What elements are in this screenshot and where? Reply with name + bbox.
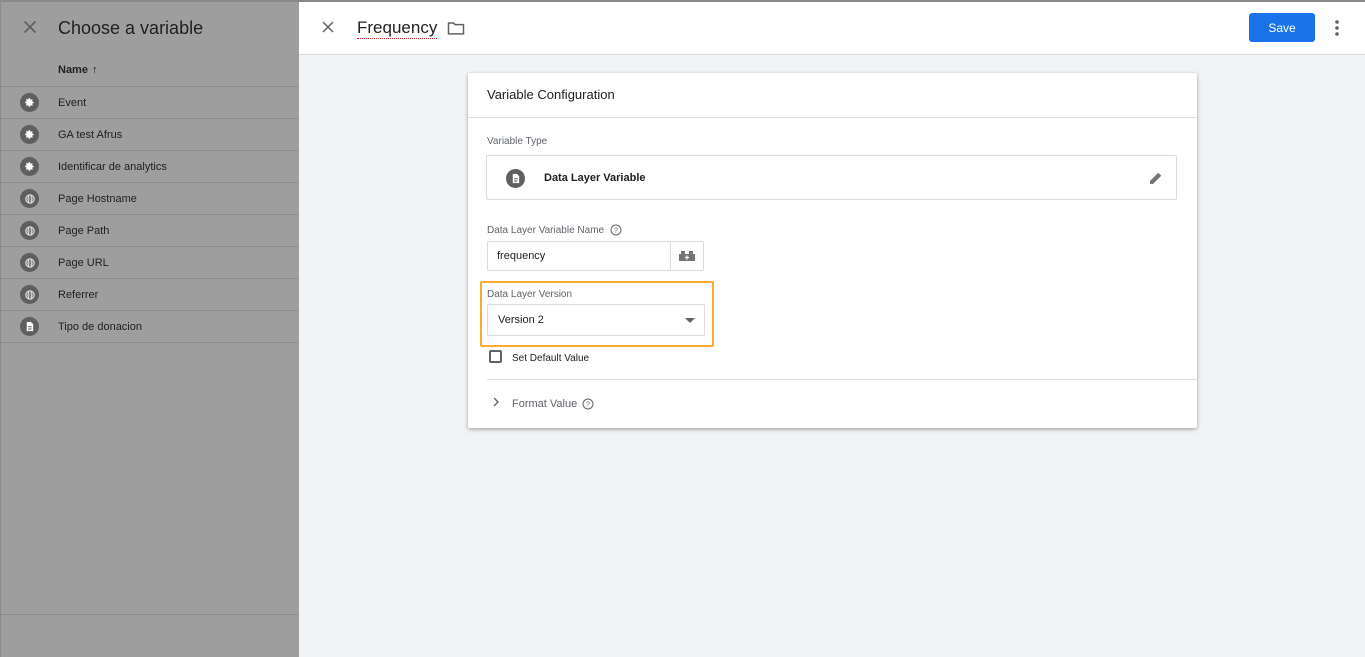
variable-list-item[interactable]: Referrer [1, 278, 300, 310]
svg-text:?: ? [614, 228, 618, 235]
divider [487, 379, 1197, 380]
variable-list-item[interactable]: Page URL [1, 246, 300, 278]
variable-picker-button[interactable] [670, 241, 704, 271]
format-value-expander[interactable]: Format Value ? [487, 391, 687, 415]
close-icon[interactable] [318, 17, 338, 37]
globe-icon [20, 189, 39, 208]
gear-icon [20, 157, 39, 176]
more-vert-icon[interactable] [1330, 17, 1344, 39]
variable-list: Event GA test Afrus Identificar de analyti… [1, 86, 300, 343]
variable-type-selector[interactable]: Data Layer Variable [486, 155, 1177, 200]
column-header-label: Name [58, 64, 88, 76]
variable-list-item[interactable]: Page Path [1, 214, 300, 246]
dl-version-label: Data Layer Version [487, 289, 573, 300]
help-icon[interactable]: ? [610, 224, 622, 236]
variable-editor-panel: Frequency Save Variable Configuration Va… [299, 2, 1365, 657]
globe-icon [20, 221, 39, 240]
editor-header: Frequency Save [299, 2, 1365, 55]
divider [1, 614, 300, 615]
brick-icon [679, 251, 695, 261]
divider [468, 117, 1197, 118]
chooser-header: Choose a variable [1, 2, 300, 56]
set-default-value-checkbox[interactable] [489, 350, 502, 363]
variable-list-item-label: Page URL [58, 256, 109, 269]
help-icon[interactable]: ? [582, 398, 594, 410]
close-icon[interactable] [19, 16, 41, 38]
document-icon [20, 317, 39, 336]
variable-list-item[interactable]: Event [1, 86, 300, 118]
globe-icon [20, 253, 39, 272]
variable-name-title[interactable]: Frequency [357, 18, 438, 39]
variable-list-item-label: Page Path [58, 224, 110, 237]
gear-icon [20, 125, 39, 144]
variable-list-item-label: Identificar de analytics [58, 160, 167, 173]
dl-version-value: Version 2 [498, 314, 544, 326]
document-icon [506, 169, 525, 188]
dl-variable-name-label: Data Layer Variable Name [487, 225, 605, 236]
svg-text:?: ? [586, 402, 590, 409]
name-column-header[interactable]: Name ↑ [58, 64, 97, 76]
pencil-icon[interactable] [1147, 169, 1165, 187]
dropdown-arrow-icon [685, 318, 695, 323]
variable-list-item[interactable]: Page Hostname [1, 182, 300, 214]
variable-list-item-label: GA test Afrus [58, 128, 123, 141]
variable-list-item-label: Page Hostname [58, 192, 137, 205]
chevron-right-icon [493, 397, 499, 407]
variable-list-item[interactable]: Identificar de analytics [1, 150, 300, 182]
dl-variable-name-input[interactable] [487, 241, 671, 271]
variable-chooser-panel: Choose a variable Name ↑ Event GA test Af… [0, 2, 300, 657]
dl-version-select[interactable]: Version 2 [487, 304, 705, 336]
sort-ascending-icon: ↑ [91, 64, 98, 76]
format-value-label: Format Value [512, 398, 578, 410]
chooser-title: Choose a variable [58, 18, 204, 38]
variable-list-item[interactable]: Tipo de donacion [1, 310, 300, 343]
card-title: Variable Configuration [487, 87, 615, 102]
gear-icon [20, 93, 39, 112]
variable-list-item-label: Referrer [58, 288, 99, 301]
folder-icon[interactable] [446, 18, 466, 38]
variable-list-item-label: Tipo de donacion [58, 320, 142, 333]
variable-configuration-card: Variable Configuration Variable Type Dat… [468, 73, 1197, 428]
variable-list-item[interactable]: GA test Afrus [1, 118, 300, 150]
variable-type-name: Data Layer Variable [544, 172, 646, 184]
save-button[interactable]: Save [1249, 13, 1315, 42]
globe-icon [20, 285, 39, 304]
variable-list-item-label: Event [58, 96, 87, 109]
variable-type-label: Variable Type [487, 136, 548, 147]
set-default-value-label: Set Default Value [512, 353, 590, 364]
